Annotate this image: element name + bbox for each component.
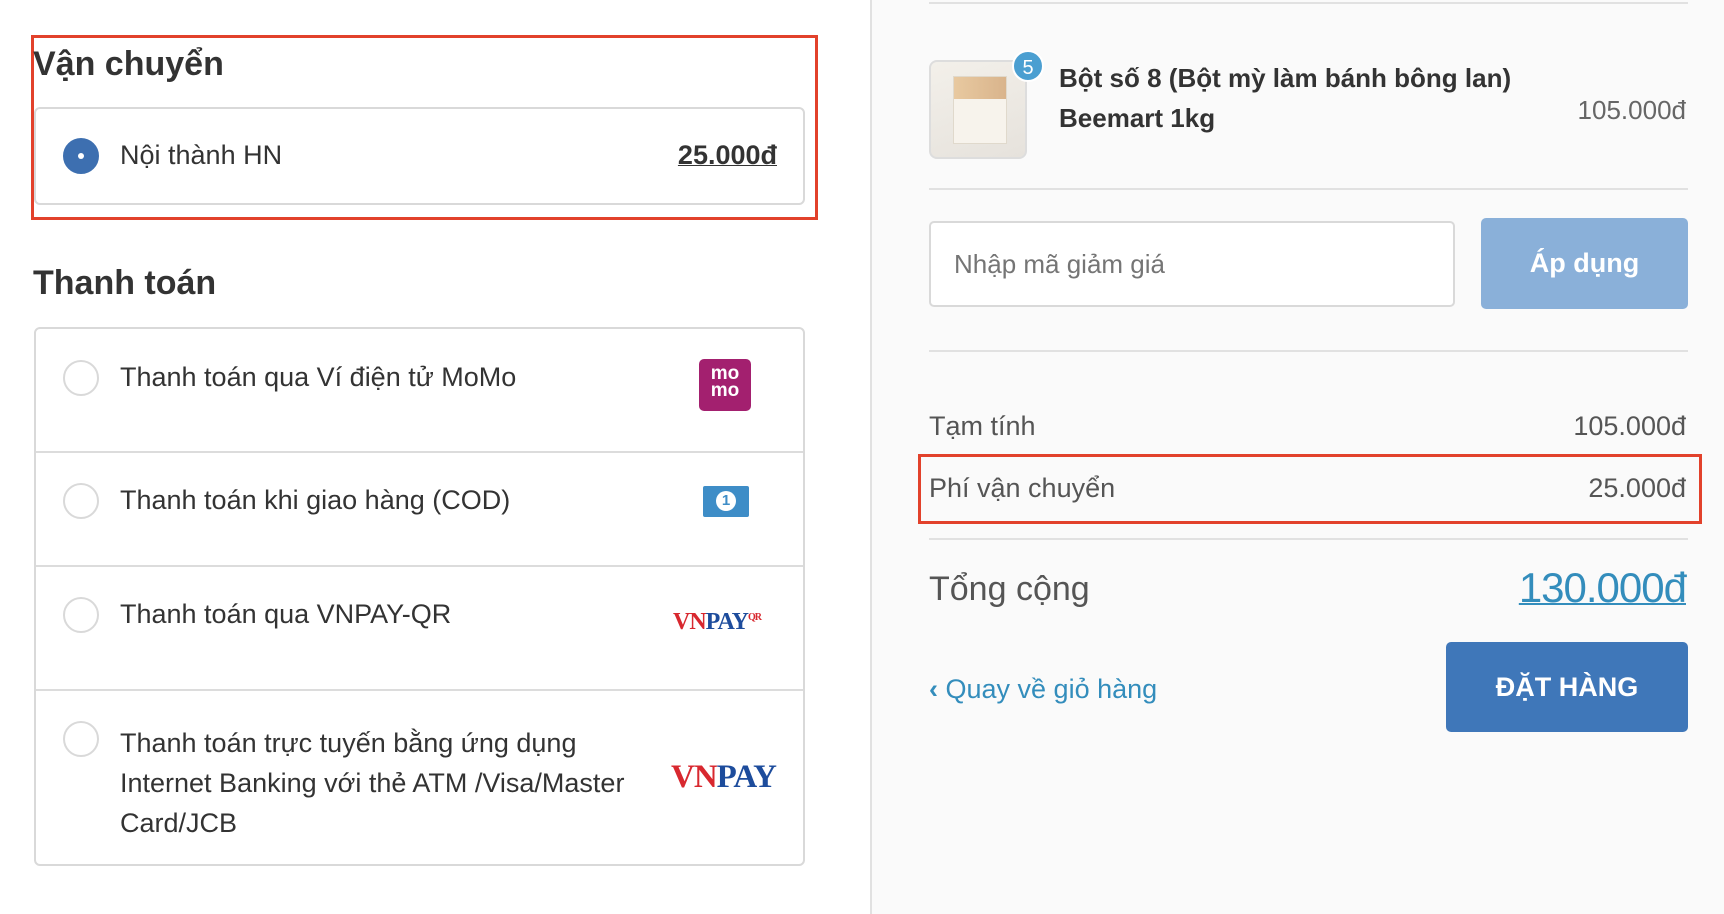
shipping-option[interactable]: Nội thành HN 25.000đ — [34, 107, 805, 205]
payment-radio[interactable] — [63, 360, 99, 396]
product-thumbnail — [929, 60, 1027, 159]
shipping-fee-label: Phí vận chuyển — [929, 473, 1116, 503]
shipping-fee-value: 25.000đ — [1588, 473, 1686, 503]
subtotal-label: Tạm tính — [929, 411, 1036, 441]
payment-label: Thanh toán qua Ví điện tử MoMo — [120, 362, 517, 392]
payment-methods: Thanh toán qua Ví điện tử MoMo mo mo Than… — [34, 327, 805, 866]
cash-icon: 1 — [703, 486, 749, 517]
payment-method-cod[interactable]: Thanh toán khi giao hàng (COD) 1 — [36, 453, 803, 567]
subtotal-value: 105.000đ — [1573, 411, 1686, 441]
shipping-radio[interactable] — [63, 138, 99, 174]
payment-radio[interactable] — [63, 721, 99, 757]
product-name: Bột số 8 (Bột mỳ làm bánh bông lan) Beem… — [1059, 63, 1512, 133]
product-price: 105.000đ — [1577, 95, 1686, 125]
vnpay-logo: VNPAY — [671, 759, 777, 795]
place-order-button[interactable]: ĐẶT HÀNG — [1446, 642, 1688, 732]
payment-label: Thanh toán khi giao hàng (COD) — [120, 485, 511, 515]
shipping-title: Vận chuyển — [33, 45, 224, 83]
payment-radio[interactable] — [63, 483, 99, 519]
momo-logo: mo mo — [699, 359, 751, 411]
payment-method-momo[interactable]: Thanh toán qua Ví điện tử MoMo mo mo — [36, 329, 803, 453]
shipping-option-label: Nội thành HN — [120, 140, 283, 170]
back-to-cart-link[interactable]: ‹ Quay về giỏ hàng — [929, 674, 1157, 705]
chevron-left-icon: ‹ — [929, 674, 946, 704]
quantity-badge: 5 — [1012, 50, 1044, 82]
payment-radio[interactable] — [63, 597, 99, 633]
order-summary-panel: 5 Bột số 8 (Bột mỳ làm bánh bông lan) Be… — [870, 0, 1724, 914]
total-label: Tổng cộng — [929, 570, 1090, 608]
total-value: 130.000đ — [1518, 564, 1687, 611]
payment-label: Thanh toán qua VNPAY-QR — [120, 599, 452, 629]
payment-title: Thanh toán — [33, 264, 217, 302]
payment-method-vnpay[interactable]: Thanh toán trực tuyến bằng ứng dụng Inte… — [36, 691, 803, 864]
payment-label: Thanh toán trực tuyến bằng ứng dụng Inte… — [120, 728, 625, 838]
vnpay-qr-logo: VNPAYQR — [673, 609, 762, 635]
apply-discount-button[interactable]: Áp dụng — [1481, 218, 1688, 309]
payment-method-vnpay-qr[interactable]: Thanh toán qua VNPAY-QR VNPAYQR — [36, 567, 803, 691]
shipping-option-price: 25.000đ — [677, 140, 777, 170]
discount-code-input[interactable] — [929, 221, 1455, 307]
